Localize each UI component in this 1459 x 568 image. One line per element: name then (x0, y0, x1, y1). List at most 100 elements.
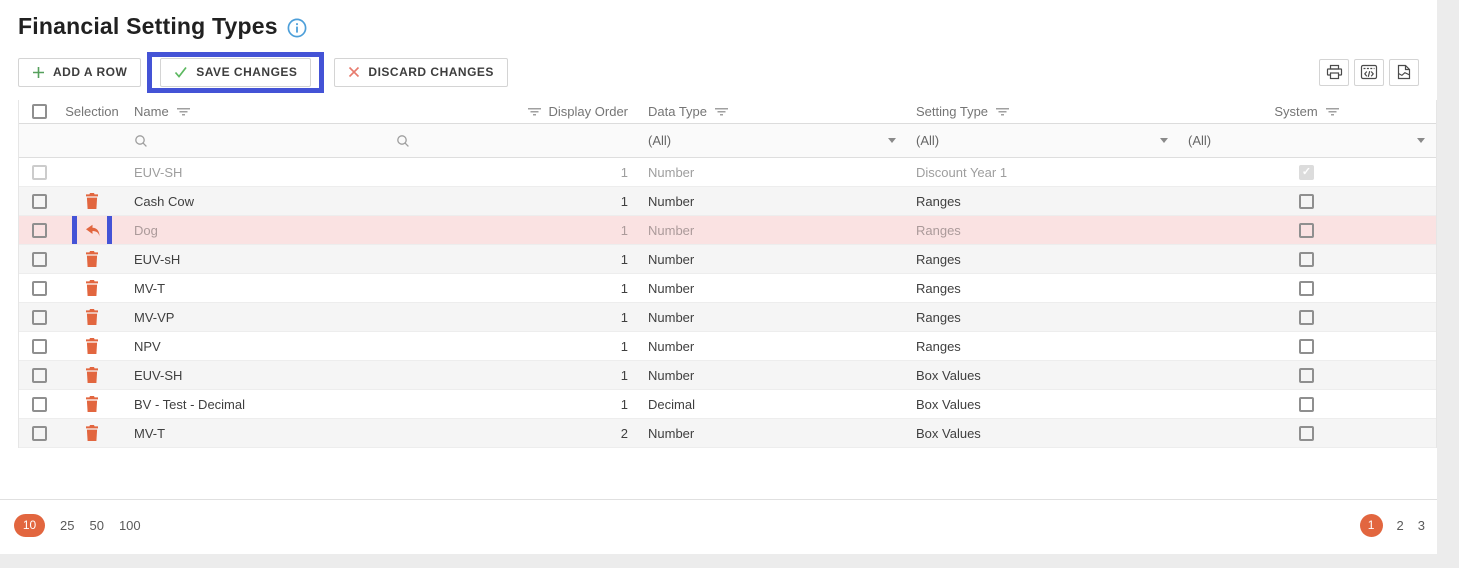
cell-setting-type[interactable]: Discount Year 1 (906, 158, 1178, 186)
select-all-checkbox[interactable] (32, 104, 47, 119)
cell-name[interactable]: Cash Cow (124, 187, 386, 215)
code-export-button[interactable] (1354, 59, 1384, 86)
filter-unnamed-input[interactable] (386, 124, 498, 157)
row-select-checkbox[interactable] (32, 281, 47, 296)
page-number-2[interactable]: 2 (1397, 518, 1404, 533)
filter-name-input[interactable] (124, 124, 386, 157)
system-checkbox[interactable] (1299, 397, 1314, 412)
header-filter-icon[interactable] (715, 107, 728, 116)
header-filter-icon[interactable] (177, 107, 190, 116)
header-filter-icon[interactable] (996, 107, 1009, 116)
discard-changes-button[interactable]: DISCARD CHANGES (334, 58, 508, 87)
cell-setting-type[interactable]: Ranges (906, 274, 1178, 302)
cell-data-type[interactable]: Number (638, 361, 906, 389)
delete-row-button[interactable] (85, 425, 99, 441)
cell-data-type[interactable]: Number (638, 216, 906, 244)
system-checkbox[interactable] (1299, 339, 1314, 354)
cell-display-order[interactable]: 1 (498, 274, 638, 302)
row-select-checkbox[interactable] (32, 368, 47, 383)
system-checkbox[interactable] (1299, 281, 1314, 296)
cell-display-order[interactable]: 1 (498, 390, 638, 418)
cell-setting-type[interactable]: Ranges (906, 332, 1178, 360)
cell-display-order[interactable]: 1 (498, 158, 638, 186)
header-setting-type[interactable]: Setting Type (906, 100, 1178, 123)
row-select-checkbox[interactable] (32, 252, 47, 267)
header-display-order[interactable]: Display Order (498, 100, 638, 123)
print-button[interactable] (1319, 59, 1349, 86)
chevron-down-icon[interactable] (888, 138, 896, 143)
header-name[interactable]: Name (124, 100, 386, 123)
filter-system-select[interactable]: (All) (1178, 124, 1435, 157)
page-number-3[interactable]: 3 (1418, 518, 1425, 533)
cell-display-order[interactable]: 1 (498, 245, 638, 273)
cell-data-type[interactable]: Decimal (638, 390, 906, 418)
cell-display-order[interactable]: 1 (498, 361, 638, 389)
cell-name[interactable]: EUV-SH (124, 361, 386, 389)
cell-display-order[interactable]: 1 (498, 216, 638, 244)
cell-display-order[interactable]: 1 (498, 332, 638, 360)
header-data-type[interactable]: Data Type (638, 100, 906, 123)
cell-data-type[interactable]: Number (638, 303, 906, 331)
delete-row-button[interactable] (85, 309, 99, 325)
page-size-option-25[interactable]: 25 (60, 518, 74, 533)
row-select-checkbox[interactable] (32, 339, 47, 354)
system-checkbox[interactable] (1299, 368, 1314, 383)
page-size-option-50[interactable]: 50 (89, 518, 103, 533)
delete-row-button[interactable] (85, 280, 99, 296)
add-a-row-button[interactable]: ADD A ROW (18, 58, 141, 87)
row-select-checkbox[interactable] (32, 397, 47, 412)
header-filter-icon[interactable] (1326, 107, 1339, 116)
page-size-option-100[interactable]: 100 (119, 518, 141, 533)
cell-name[interactable]: EUV-sH (124, 245, 386, 273)
cell-display-order[interactable]: 1 (498, 303, 638, 331)
cell-setting-type[interactable]: Ranges (906, 303, 1178, 331)
row-select-checkbox[interactable] (32, 223, 47, 238)
cell-name[interactable]: MV-T (124, 274, 386, 302)
row-select-checkbox[interactable] (32, 165, 47, 180)
cell-data-type[interactable]: Number (638, 187, 906, 215)
row-select-checkbox[interactable] (32, 194, 47, 209)
cell-setting-type[interactable]: Box Values (906, 419, 1178, 447)
system-checkbox[interactable] (1299, 194, 1314, 209)
info-icon[interactable] (287, 18, 307, 38)
system-checkbox[interactable] (1299, 252, 1314, 267)
undo-delete-button[interactable] (84, 224, 101, 237)
page-number-1[interactable]: 1 (1360, 514, 1383, 537)
cell-display-order[interactable]: 1 (498, 187, 638, 215)
system-checkbox[interactable]: ✓ (1299, 165, 1314, 180)
cell-setting-type[interactable]: Box Values (906, 390, 1178, 418)
cell-name[interactable]: NPV (124, 332, 386, 360)
delete-row-button[interactable] (85, 396, 99, 412)
save-changes-button[interactable]: SAVE CHANGES (160, 58, 311, 87)
cell-name[interactable]: MV-VP (124, 303, 386, 331)
cell-name[interactable]: MV-T (124, 419, 386, 447)
page-size-option-10[interactable]: 10 (14, 514, 45, 537)
cell-data-type[interactable]: Number (638, 274, 906, 302)
cell-setting-type[interactable]: Ranges (906, 245, 1178, 273)
cell-display-order[interactable]: 2 (498, 419, 638, 447)
cell-data-type[interactable]: Number (638, 332, 906, 360)
cell-setting-type[interactable]: Box Values (906, 361, 1178, 389)
header-filter-icon[interactable] (528, 107, 541, 116)
cell-data-type[interactable]: Number (638, 419, 906, 447)
export-data-button[interactable] (1389, 59, 1419, 86)
delete-row-button[interactable] (85, 338, 99, 354)
delete-row-button[interactable] (85, 367, 99, 383)
cell-data-type[interactable]: Number (638, 245, 906, 273)
filter-data-type-select[interactable]: (All) (638, 124, 906, 157)
delete-row-button[interactable] (85, 193, 99, 209)
row-select-checkbox[interactable] (32, 310, 47, 325)
row-select-checkbox[interactable] (32, 426, 47, 441)
system-checkbox[interactable] (1299, 310, 1314, 325)
chevron-down-icon[interactable] (1160, 138, 1168, 143)
header-system[interactable]: System (1178, 100, 1435, 123)
delete-row-button[interactable] (85, 251, 99, 267)
system-checkbox[interactable] (1299, 426, 1314, 441)
cell-setting-type[interactable]: Ranges (906, 216, 1178, 244)
cell-name[interactable]: BV - Test - Decimal (124, 390, 386, 418)
cell-data-type[interactable]: Number (638, 158, 906, 186)
cell-name[interactable]: EUV-SH (124, 158, 386, 186)
filter-setting-type-select[interactable]: (All) (906, 124, 1178, 157)
cell-name[interactable]: Dog (124, 216, 386, 244)
cell-setting-type[interactable]: Ranges (906, 187, 1178, 215)
